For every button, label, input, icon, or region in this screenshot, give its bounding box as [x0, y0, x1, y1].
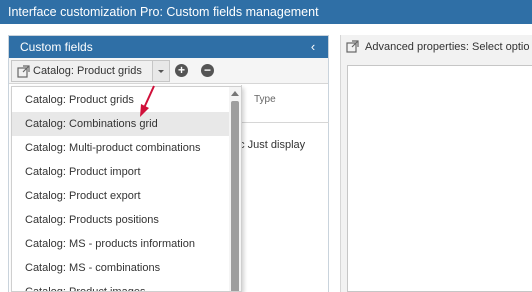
dropdown-option[interactable]: Catalog: Products positions [12, 208, 230, 232]
column-header-type[interactable]: Type [241, 85, 329, 123]
column-header-label: Type [254, 94, 276, 105]
chevron-left-icon[interactable]: ‹ [306, 36, 320, 58]
grid-selector-value: Catalog: Product grids [33, 65, 142, 77]
dropdown-scrollbar[interactable] [229, 87, 241, 291]
dropdown-option[interactable]: Catalog: Product export [12, 184, 230, 208]
external-link-icon[interactable] [346, 40, 359, 53]
scroll-thumb[interactable] [231, 101, 239, 291]
dropdown-option[interactable]: Catalog: MS - products information [12, 232, 230, 256]
panel-header: Custom fields ‹ [9, 36, 328, 58]
external-link-icon [17, 65, 30, 78]
grid-selector-combo[interactable]: Catalog: Product grids [11, 60, 170, 82]
advanced-properties-title: Advanced properties: Select optio [365, 41, 530, 53]
dropdown-option[interactable]: Catalog: MS - combinations [12, 256, 230, 280]
plus-circle-icon[interactable]: + [175, 64, 188, 77]
scroll-up-icon[interactable] [231, 91, 239, 96]
dropdown-option[interactable]: Catalog: Product import [12, 160, 230, 184]
grid-row-text: nc Just display [233, 139, 306, 151]
panel-title: Custom fields [20, 40, 93, 54]
dropdown-list: Catalog: Product grids Catalog: Combinati… [12, 88, 230, 291]
minus-circle-icon[interactable]: − [201, 64, 214, 77]
advanced-properties-body [347, 65, 532, 292]
dropdown-option[interactable]: Catalog: Product images [12, 280, 230, 291]
chevron-down-icon[interactable] [152, 61, 169, 81]
grid-selector-dropdown: Catalog: Product grids Catalog: Combinati… [11, 86, 242, 292]
advanced-properties-header: Advanced properties: Select optio [341, 35, 532, 59]
window-title: Interface customization Pro: Custom fiel… [0, 0, 532, 24]
dropdown-option[interactable]: Catalog: Product grids [12, 88, 230, 112]
panel-toolbar: Catalog: Product grids + − [9, 58, 328, 84]
advanced-properties-panel: Advanced properties: Select optio [340, 35, 532, 292]
dropdown-option[interactable]: Catalog: Multi-product combinations [12, 136, 230, 160]
dropdown-option[interactable]: Catalog: Combinations grid [12, 112, 230, 136]
